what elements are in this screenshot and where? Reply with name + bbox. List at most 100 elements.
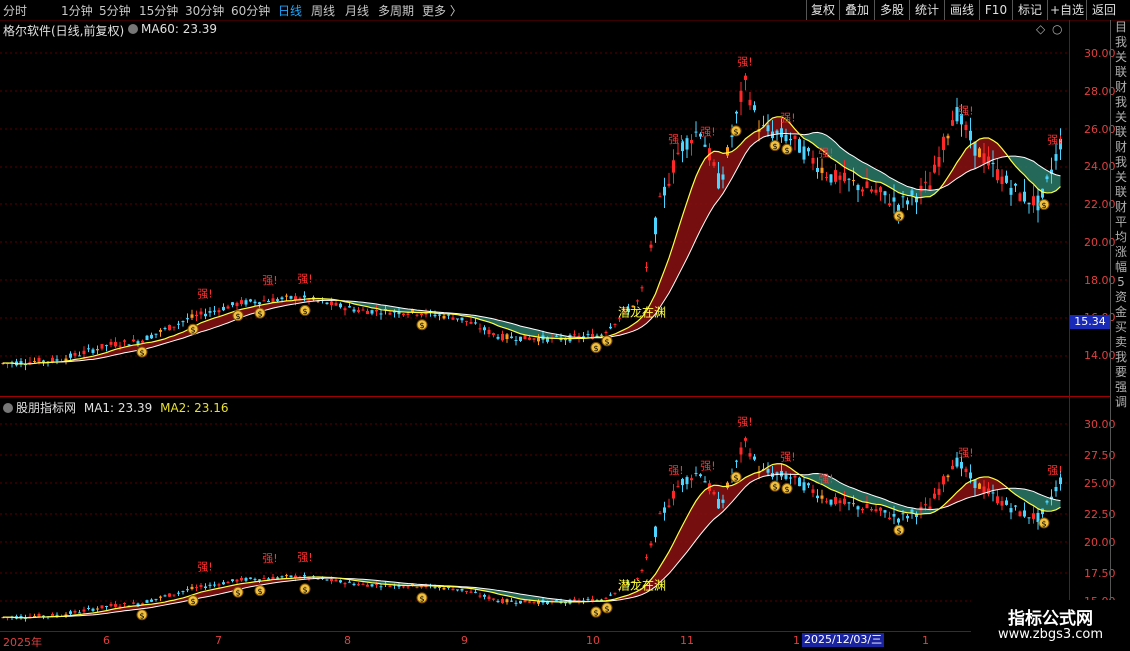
strong-signal-label: 强! <box>958 446 973 459</box>
upper-candle <box>875 190 878 193</box>
date-label: 8 <box>344 634 351 647</box>
lower-candle <box>519 601 522 604</box>
lower-candle <box>609 595 612 596</box>
upper-candle <box>344 308 347 310</box>
side-strip-char: 财 <box>1111 140 1130 155</box>
lower-candle <box>983 487 986 493</box>
upper-candle <box>177 324 180 325</box>
lower-candle <box>168 593 171 596</box>
upper-candle <box>650 245 653 248</box>
side-strip-char: 我 <box>1111 95 1130 110</box>
money-bag-label: $ <box>593 344 598 353</box>
upper-candle <box>119 346 122 347</box>
lower-candle <box>1023 510 1026 516</box>
strong-signal-label: 强! <box>958 105 973 118</box>
upper-candle <box>704 145 707 147</box>
upper-candle <box>654 218 657 235</box>
upper-candle <box>776 131 779 134</box>
money-bag-label: $ <box>419 594 424 603</box>
lower-cloud-segment <box>701 490 706 534</box>
upper-candle <box>168 325 171 330</box>
date-label: 6 <box>103 634 110 647</box>
lower-candle <box>803 482 806 490</box>
lower-candle <box>465 591 468 592</box>
upper-candle <box>141 341 144 343</box>
lower-candle <box>848 502 851 503</box>
lower-candle <box>911 510 914 513</box>
lower-candle <box>150 600 153 602</box>
upper-candle <box>920 186 923 192</box>
upper-candle <box>263 300 266 301</box>
lower-candle <box>888 518 891 519</box>
upper-candle <box>821 168 824 173</box>
lower-candle <box>614 593 617 594</box>
lower-candle <box>132 603 135 604</box>
strong-signal-label: 强! <box>780 112 795 125</box>
lower-candle <box>969 472 972 478</box>
lower-candle <box>375 584 378 585</box>
lower-candle <box>812 489 815 493</box>
lower-candle <box>699 474 702 476</box>
back-button[interactable]: 返回 <box>1086 0 1121 20</box>
strong-signal-label: 强! <box>1047 464 1062 477</box>
lower-candle <box>902 513 905 514</box>
strong-signal-label: 强! <box>297 551 312 564</box>
upper-candle <box>794 136 797 139</box>
upper-candle <box>240 300 243 304</box>
lower-candle <box>789 478 792 479</box>
lower-candle <box>483 595 486 597</box>
upper-candle <box>528 338 531 340</box>
strong-signal-label: 强! <box>668 464 683 477</box>
lower-candle <box>1005 500 1008 505</box>
strong-signal-label: 强! <box>1047 133 1062 146</box>
upper-candle <box>816 168 819 172</box>
side-strip-char: 我 <box>1111 350 1130 365</box>
upper-candle <box>105 345 108 346</box>
side-strip-char: 买 <box>1111 320 1130 335</box>
lower-candle <box>110 604 113 606</box>
side-info-strip[interactable]: 目我关联财我关联财我关联财平均涨幅5资金买卖我要强调 <box>1110 20 1130 631</box>
lower-candle <box>240 578 243 580</box>
upper-candle <box>1046 176 1049 179</box>
lower-candle <box>407 586 410 587</box>
upper-cloud-segment <box>1038 165 1043 192</box>
upper-candle <box>461 318 464 321</box>
lower-candle <box>470 592 473 593</box>
lower-candle <box>704 481 707 482</box>
upper-candle <box>272 298 275 302</box>
lower-candle <box>1028 517 1031 518</box>
upper-candle <box>357 310 360 312</box>
side-strip-char: 强 <box>1111 380 1130 395</box>
upper-candle <box>857 185 860 190</box>
upper-candle <box>942 137 945 150</box>
upper-candle <box>515 340 518 341</box>
upper-candle <box>83 351 86 354</box>
side-strip-char: 联 <box>1111 125 1130 140</box>
upper-candle <box>339 304 342 308</box>
upper-candle <box>825 177 828 178</box>
lower-candle <box>960 462 963 468</box>
lower-candle <box>231 579 234 581</box>
upper-candle <box>789 139 792 140</box>
money-bag-label: $ <box>190 326 195 335</box>
upper-candle <box>42 361 45 362</box>
date-label: 11 <box>680 634 694 647</box>
lower-candle <box>1010 508 1013 512</box>
upper-candle <box>884 191 887 195</box>
lower-candle <box>785 475 788 479</box>
lower-candle <box>78 612 81 613</box>
upper-candle <box>155 334 158 335</box>
upper-candle <box>929 185 932 190</box>
upper-candle <box>992 163 995 164</box>
lower-candle <box>285 575 288 576</box>
money-bag-label: $ <box>190 597 195 606</box>
lower-candle <box>339 580 342 582</box>
upper-candle <box>555 336 558 337</box>
upper-candle <box>798 139 801 153</box>
upper-candle <box>101 344 104 349</box>
upper-candle <box>434 315 437 316</box>
side-strip-char: 关 <box>1111 110 1130 125</box>
lower-candle <box>96 609 99 610</box>
upper-candle <box>447 315 450 316</box>
kline-chart[interactable]: $$$$$$$$$$$$$强!强!强!强!强!强!强!强!强!强!潜龙在渊$$$… <box>0 0 1070 631</box>
